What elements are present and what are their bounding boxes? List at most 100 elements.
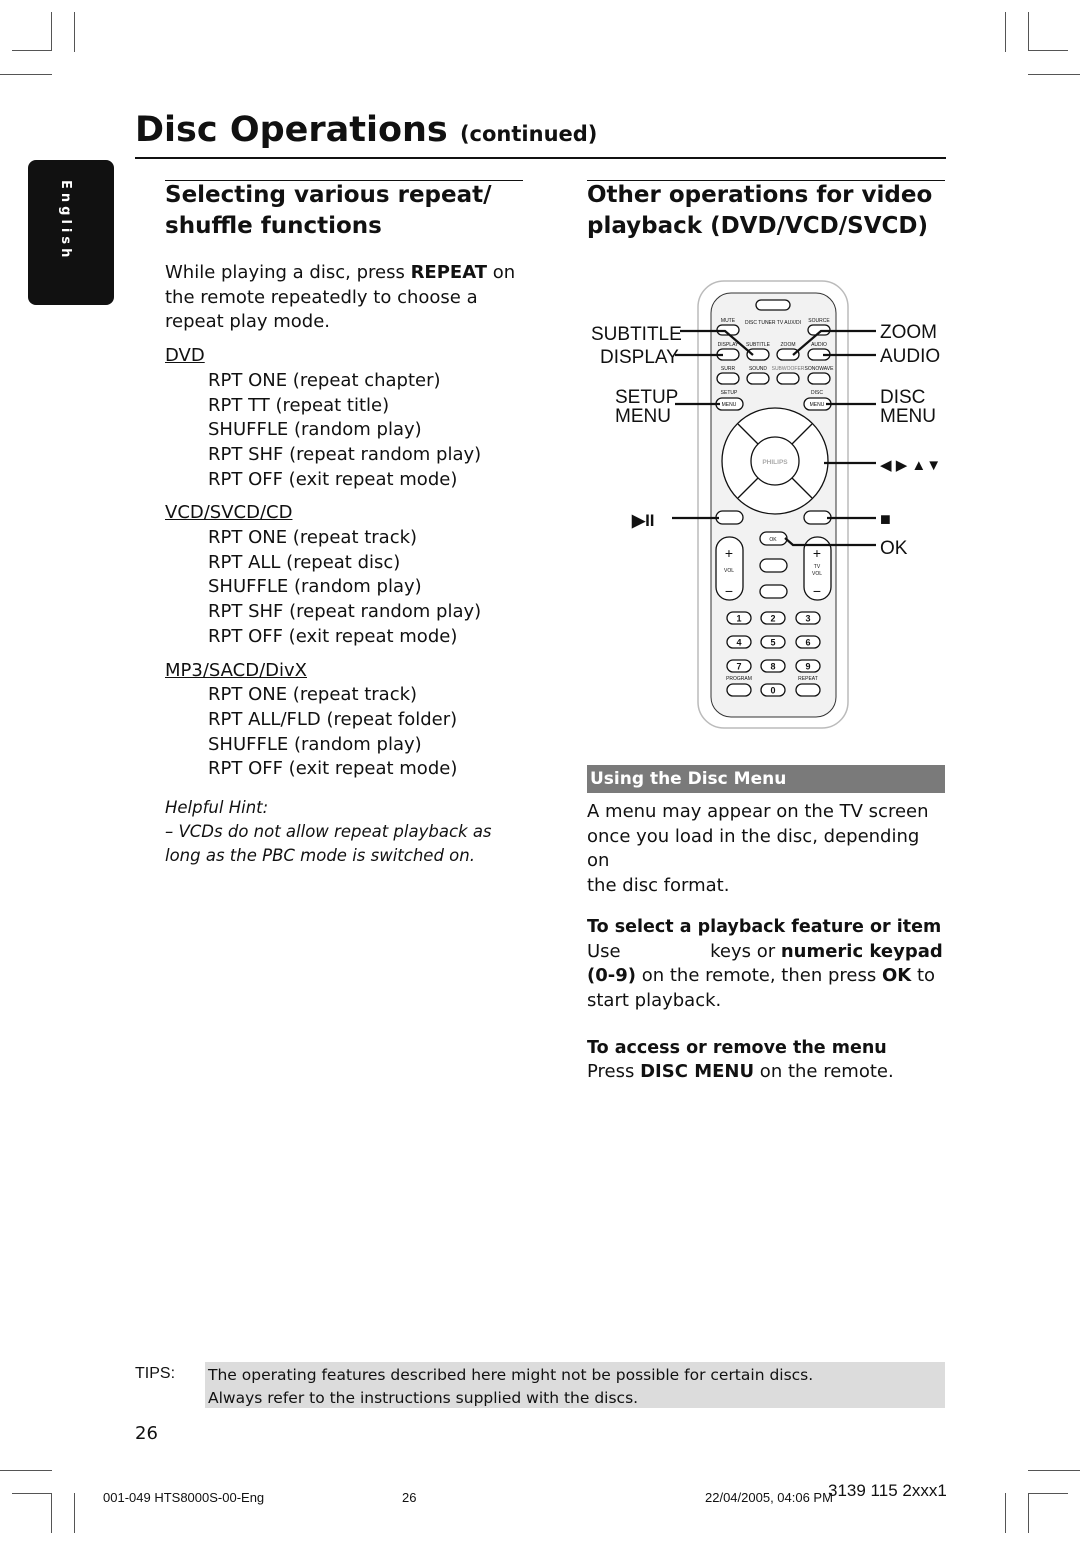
tv-label: TV bbox=[814, 564, 821, 570]
paragraph-line: the disc format. bbox=[587, 875, 730, 897]
callout-zoom: ZOOM bbox=[880, 322, 937, 343]
crop-mark bbox=[51, 1493, 52, 1533]
svg-text:+: + bbox=[813, 545, 821, 561]
mute-label: MUTE bbox=[721, 318, 736, 324]
subtitle-button bbox=[746, 348, 770, 361]
select-text: Use keys or numeric keypad bbox=[587, 940, 943, 962]
surr-label: SURR bbox=[721, 366, 736, 372]
tips-text: The operating features described here mi… bbox=[208, 1364, 813, 1410]
footer-page: 26 bbox=[402, 1490, 417, 1505]
footer-date: 22/04/2005, 04:06 PM bbox=[705, 1490, 833, 1505]
list-item: RPT ALL (repeat disc) bbox=[208, 551, 401, 573]
list-item: RPT ONE (repeat track) bbox=[208, 684, 418, 706]
manual-page: Disc Operations (continued) English Sele… bbox=[0, 0, 1080, 1544]
helpful-hint: Helpful Hint: – VCDs do not allow repeat… bbox=[165, 796, 525, 868]
callout-audio: AUDIO bbox=[880, 346, 940, 367]
menu-key-label: MENU bbox=[810, 402, 825, 408]
callout-display: DISPLAY bbox=[600, 347, 679, 368]
paragraph-line: A menu may appear on the TV screen bbox=[587, 801, 929, 822]
disc-label: DISC bbox=[811, 390, 823, 396]
list-item: RPT SHF (repeat random play) bbox=[208, 601, 482, 623]
subwoofer-button bbox=[776, 372, 800, 385]
callout-subtitle: SUBTITLE bbox=[591, 324, 682, 345]
list-item: SHUFFLE (random play) bbox=[208, 419, 422, 441]
sonowave-label: SONOWAVE bbox=[805, 366, 835, 372]
footer-code: 3139 115 2xxx1 bbox=[828, 1481, 947, 1500]
access-text: Press DISC MENU on the remote. bbox=[587, 1061, 894, 1083]
crop-mark bbox=[1028, 1493, 1029, 1533]
page-title: Disc Operations (continued) bbox=[135, 110, 597, 150]
source-label: SOURCE bbox=[808, 318, 830, 324]
number-key-label: 4 bbox=[736, 638, 741, 648]
list-item: RPT OFF (exit repeat mode) bbox=[208, 625, 458, 647]
group-title-vcd: VCD/SVCD/CD bbox=[165, 502, 293, 524]
hint-title: Helpful Hint: bbox=[165, 798, 269, 818]
number-key-label: 1 bbox=[736, 614, 741, 624]
crop-mark bbox=[51, 12, 52, 51]
list-item: RPT OFF (exit repeat mode) bbox=[208, 468, 458, 490]
tips-label: TIPS: bbox=[135, 1365, 176, 1382]
setup-label: SETUP bbox=[721, 390, 738, 396]
subwoofer-label: SUBWOOFER bbox=[772, 366, 805, 372]
repeat-label: REPEAT bbox=[798, 676, 818, 682]
disc-menu-body: A menu may appear on the TV screen once … bbox=[587, 800, 947, 1085]
page-number: 26 bbox=[135, 1423, 158, 1444]
group-title-dvd: DVD bbox=[165, 345, 205, 367]
callout-setup-menu: MENU bbox=[615, 406, 671, 427]
hint-line: long as the PBC mode is switched on. bbox=[165, 846, 475, 866]
svg-text:−: − bbox=[813, 583, 821, 599]
number-key-label: 6 bbox=[805, 638, 810, 648]
list-item: RPT ONE (repeat track) bbox=[208, 527, 418, 549]
repeat-body: While playing a disc, press REPEAT on th… bbox=[165, 261, 525, 782]
other-ops-heading: Other operations for video playback (DVD/… bbox=[587, 180, 947, 242]
vol-label: VOL bbox=[724, 568, 734, 574]
menu-key-label: MENU bbox=[722, 402, 737, 408]
callout-play-pause: ▶II bbox=[631, 511, 655, 530]
sound-button bbox=[746, 372, 770, 385]
crop-mark bbox=[1028, 50, 1068, 51]
display-label: DISPLAY bbox=[718, 342, 739, 348]
crop-mark bbox=[1005, 12, 1006, 52]
number-key-label: 0 bbox=[770, 686, 775, 696]
prev-button bbox=[759, 558, 788, 573]
remote-illustration: 1 2 3 4 5 6 7 8 9 0 MUTE SOURCE DISC TUNER TV AUX… bbox=[591, 280, 941, 729]
svg-text:+: + bbox=[725, 545, 733, 561]
zoom-button bbox=[776, 348, 800, 361]
select-text: start playback. bbox=[587, 989, 722, 1011]
crop-mark bbox=[12, 50, 52, 51]
callout-disc: DISC bbox=[880, 387, 925, 408]
crop-mark bbox=[0, 1470, 52, 1471]
list-item: SHUFFLE (random play) bbox=[208, 576, 422, 598]
program-key bbox=[726, 683, 752, 697]
ok-key-label: OK bbox=[769, 537, 777, 543]
intro: While playing a disc, press REPEAT on th… bbox=[165, 262, 516, 333]
crop-mark bbox=[0, 74, 52, 75]
list-item: SHUFFLE (random play) bbox=[208, 733, 422, 755]
number-key-label: 3 bbox=[805, 614, 810, 624]
tips-line: The operating features described here mi… bbox=[208, 1366, 814, 1384]
number-key-label: 8 bbox=[770, 662, 775, 672]
callout-cursor-keys: ◀ ▶ ▲▼ bbox=[880, 457, 941, 474]
crop-mark bbox=[1028, 74, 1080, 75]
callout-setup: SETUP bbox=[615, 387, 678, 408]
list-item: RPT OFF (exit repeat mode) bbox=[208, 758, 458, 780]
next-button bbox=[759, 584, 788, 599]
play-pause-button bbox=[715, 510, 744, 525]
hint-line: – VCDs do not allow repeat playback as bbox=[165, 822, 492, 842]
list-item: RPT ONE (repeat chapter) bbox=[208, 369, 441, 391]
sound-label: SOUND bbox=[749, 366, 767, 372]
crop-mark bbox=[1028, 1470, 1080, 1471]
stop-button bbox=[803, 510, 832, 525]
subtitle-label: SUBTITLE bbox=[746, 342, 771, 348]
section-heading: Other operations for video playback (DVD/… bbox=[587, 182, 933, 239]
callout-ok: OK bbox=[880, 538, 908, 559]
section-bar-disc-menu: Using the Disc Menu bbox=[587, 765, 945, 793]
group-title-mp3: MP3/SACD/DivX bbox=[165, 659, 307, 681]
tv-vol-label: VOL bbox=[812, 571, 822, 577]
brand-logo: PHILIPS bbox=[762, 459, 788, 466]
number-key-label: 9 bbox=[805, 662, 810, 672]
repeat-key bbox=[795, 683, 821, 697]
power-button bbox=[755, 299, 791, 311]
title-text: Disc Operations bbox=[135, 110, 448, 150]
zoom-label: ZOOM bbox=[781, 342, 796, 348]
